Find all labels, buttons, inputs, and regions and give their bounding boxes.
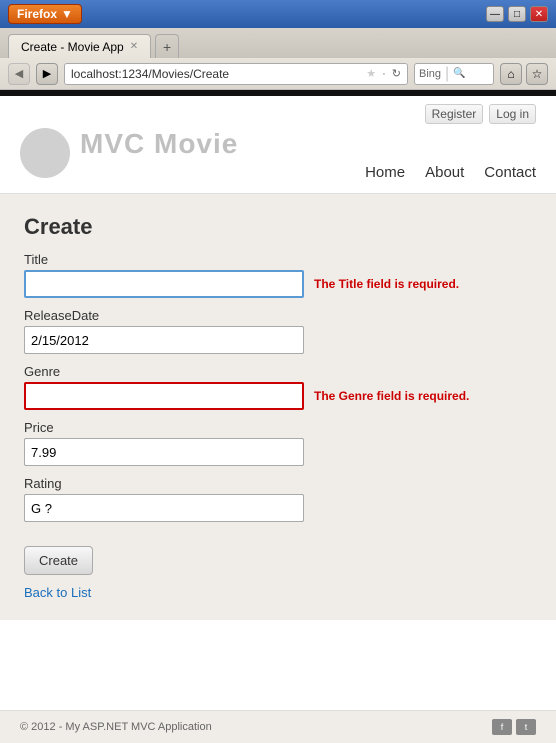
rating-field-group: Rating — [24, 476, 532, 522]
bookmarks-icon: ☆ — [532, 67, 543, 81]
genre-field-group: Genre The Genre field is required. — [24, 364, 532, 410]
rating-input[interactable] — [24, 494, 304, 522]
page-content: Register Log in MVC Movie Home About Con… — [0, 96, 556, 710]
page-wrapper: Register Log in MVC Movie Home About Con… — [0, 90, 556, 743]
back-to-list-link[interactable]: Back to List — [24, 585, 532, 600]
active-tab[interactable]: Create - Movie App ✕ — [8, 34, 151, 58]
auth-bar: Register Log in — [20, 104, 536, 124]
release-date-row — [24, 326, 532, 354]
price-label: Price — [24, 420, 532, 435]
site-nav: Home About Contact — [80, 160, 536, 189]
new-tab-button[interactable]: + — [155, 34, 179, 58]
home-button[interactable]: ⌂ — [500, 63, 522, 85]
title-bar: Firefox ▼ — □ ✕ — [0, 0, 556, 28]
search-bar: Bing | 🔍 — [414, 63, 494, 85]
footer-social-icons: f t — [492, 719, 536, 735]
back-icon: ◀ — [15, 67, 23, 80]
close-button[interactable]: ✕ — [530, 6, 548, 22]
release-date-input[interactable] — [24, 326, 304, 354]
bing-logo: Bing — [419, 68, 441, 80]
footer-copyright: © 2012 - My ASP.NET MVC Application — [20, 721, 212, 733]
price-row — [24, 438, 532, 466]
address-text: localhost:1234/Movies/Create — [71, 67, 360, 81]
site-title: MVC Movie — [80, 128, 536, 160]
nav-extra-buttons: ⌂ ☆ — [500, 63, 548, 85]
nav-home[interactable]: Home — [365, 164, 405, 181]
release-date-label: ReleaseDate — [24, 308, 532, 323]
page-heading: Create — [24, 214, 532, 240]
bookmarks-button[interactable]: ☆ — [526, 63, 548, 85]
price-input[interactable] — [24, 438, 304, 466]
nav-bar: ◀ ▶ localhost:1234/Movies/Create ★ · ↻ B… — [0, 58, 556, 90]
forward-icon: ▶ — [43, 67, 51, 80]
maximize-button[interactable]: □ — [508, 6, 526, 22]
search-divider: | — [445, 65, 449, 83]
minimize-button[interactable]: — — [486, 6, 504, 22]
firefox-label: Firefox — [17, 7, 57, 21]
title-input[interactable] — [24, 270, 304, 298]
register-link[interactable]: Register — [425, 104, 484, 124]
logo-avatar — [20, 128, 70, 178]
title-field-group: Title The Title field is required. — [24, 252, 532, 298]
tab-bar: Create - Movie App ✕ + — [0, 28, 556, 58]
window-controls: — □ ✕ — [486, 6, 548, 22]
title-label: Title — [24, 252, 532, 267]
nav-about[interactable]: About — [425, 164, 464, 181]
facebook-icon[interactable]: f — [492, 719, 512, 735]
tab-close-icon[interactable]: ✕ — [130, 41, 138, 52]
forward-button[interactable]: ▶ — [36, 63, 58, 85]
genre-row: The Genre field is required. — [24, 382, 532, 410]
search-icon: 🔍 — [453, 68, 465, 79]
firefox-dropdown-icon: ▼ — [61, 7, 73, 21]
twitter-icon[interactable]: t — [516, 719, 536, 735]
separator: · — [382, 68, 386, 80]
nav-contact[interactable]: Contact — [484, 164, 536, 181]
page-footer: © 2012 - My ASP.NET MVC Application f t — [0, 710, 556, 743]
bookmark-star-icon[interactable]: ★ — [366, 67, 376, 80]
firefox-button[interactable]: Firefox ▼ — [8, 4, 82, 24]
back-button[interactable]: ◀ — [8, 63, 30, 85]
login-link[interactable]: Log in — [489, 104, 536, 124]
create-button[interactable]: Create — [24, 546, 93, 575]
tab-title: Create - Movie App — [21, 40, 124, 54]
rating-row — [24, 494, 532, 522]
refresh-icon[interactable]: ↻ — [392, 67, 401, 80]
genre-error: The Genre field is required. — [314, 389, 469, 403]
home-icon: ⌂ — [507, 67, 514, 81]
title-row: The Title field is required. — [24, 270, 532, 298]
main-content: Create Title The Title field is required… — [0, 194, 556, 620]
release-date-field-group: ReleaseDate — [24, 308, 532, 354]
genre-label: Genre — [24, 364, 532, 379]
rating-label: Rating — [24, 476, 532, 491]
price-field-group: Price — [24, 420, 532, 466]
title-error: The Title field is required. — [314, 277, 459, 291]
genre-input[interactable] — [24, 382, 304, 410]
site-header: Register Log in MVC Movie Home About Con… — [0, 96, 556, 193]
address-bar[interactable]: localhost:1234/Movies/Create ★ · ↻ — [64, 63, 408, 85]
